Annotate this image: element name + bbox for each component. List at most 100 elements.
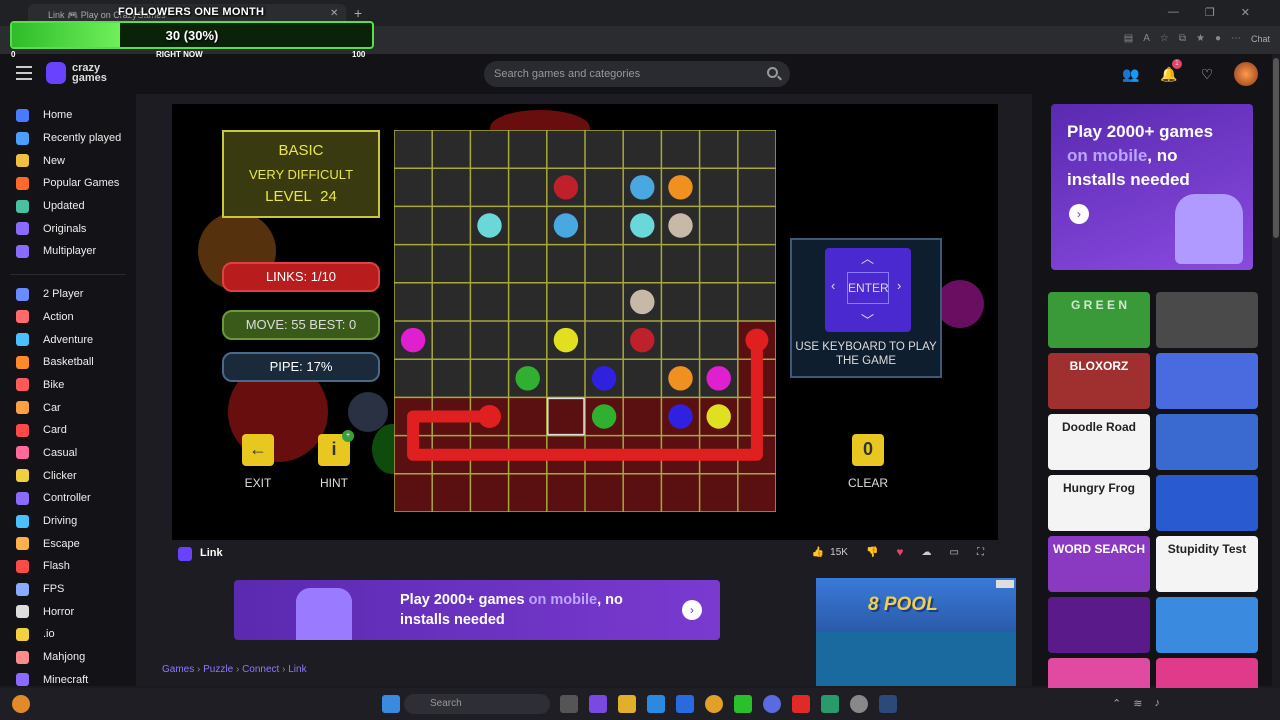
user-avatar[interactable] (1234, 62, 1258, 86)
favorite-heart-icon[interactable]: ♥ (896, 545, 903, 559)
sidebar-category-horror[interactable]: Horror (0, 600, 136, 623)
sidebar-item-popular-games[interactable]: Popular Games (0, 172, 136, 195)
notifications-icon[interactable]: 🔔 1 (1158, 59, 1182, 85)
mobile-promo-card[interactable]: Play 2000+ games on mobile, no installs … (1051, 104, 1253, 270)
app-icon[interactable] (589, 695, 607, 713)
sidebar-category-card[interactable]: Card (0, 419, 136, 442)
comment-icon[interactable]: ▭ (950, 547, 959, 558)
search-input[interactable] (494, 66, 754, 82)
game-thumbnail[interactable] (1048, 597, 1150, 653)
game-thumbnail[interactable] (1156, 414, 1258, 470)
sidebar-item-recently-played[interactable]: Recently played (0, 127, 136, 150)
sidebar-category-basketball[interactable]: Basketball (0, 351, 136, 374)
sidebar-item-multiplayer[interactable]: Multiplayer (0, 240, 136, 263)
download-icon[interactable]: ☁ (922, 547, 932, 558)
board-dot[interactable] (553, 175, 579, 200)
sidebar-category-flash[interactable]: Flash (0, 555, 136, 578)
sidebar-item-new[interactable]: New (0, 149, 136, 172)
maximize-icon[interactable]: ❐ (1205, 6, 1215, 19)
thumbs-down-icon[interactable]: 👎 (866, 547, 878, 558)
file-explorer-icon[interactable] (618, 695, 636, 713)
breadcrumb-connect[interactable]: Connect (242, 664, 279, 675)
sidebar-category-bike[interactable]: Bike (0, 374, 136, 397)
board-grid[interactable] (394, 130, 776, 512)
game-thumbnail[interactable]: WORD SEARCH (1048, 536, 1150, 592)
discord-icon[interactable] (763, 695, 781, 713)
sidebar-item-updated[interactable]: Updated (0, 195, 136, 218)
ad-close-icon[interactable] (996, 580, 1014, 588)
board-dot[interactable] (591, 366, 617, 391)
board-dot[interactable] (668, 404, 693, 429)
game-thumbnail[interactable] (1156, 475, 1258, 531)
game-thumbnail[interactable]: BLOXORZ (1048, 353, 1150, 409)
chrome-icon[interactable] (705, 695, 723, 713)
board-dot[interactable] (477, 213, 502, 238)
minimize-icon[interactable]: — (1168, 6, 1179, 19)
reader-icon[interactable]: ▤ (1124, 33, 1133, 44)
tray-icon[interactable]: ⌃ (1112, 697, 1121, 710)
board-dot[interactable] (668, 366, 693, 391)
scrollbar-thumb[interactable] (1273, 58, 1279, 238)
sidebar-category-action[interactable]: Action (0, 306, 136, 329)
hamburger-menu-icon[interactable] (16, 66, 32, 80)
breadcrumb-games[interactable]: Games (162, 664, 194, 675)
extensions-icon[interactable]: ⧉ (1179, 33, 1186, 44)
pipe-endpoint[interactable] (745, 328, 769, 352)
sidebar-category-car[interactable]: Car (0, 396, 136, 419)
board-dot[interactable] (553, 327, 579, 353)
sidebar-category-casual[interactable]: Casual (0, 442, 136, 465)
chat-button[interactable]: Chat (1251, 34, 1270, 44)
game-thumbnail[interactable]: G R E E N (1048, 292, 1150, 348)
friends-icon[interactable]: 👥 (1120, 63, 1142, 85)
edge-icon[interactable] (647, 695, 665, 713)
fullscreen-icon[interactable]: ⛶ (977, 547, 984, 558)
close-window-icon[interactable]: ✕ (1241, 6, 1250, 19)
windows-start-icon[interactable] (382, 695, 400, 713)
sidebar-item-home[interactable]: Home (0, 104, 136, 127)
sidebar-category-fps[interactable]: FPS (0, 578, 136, 601)
board-dot[interactable] (706, 366, 731, 391)
volume-icon[interactable]: ♪ (1155, 697, 1161, 710)
exit-button[interactable]: ← (242, 434, 274, 466)
board-dot[interactable] (706, 404, 731, 429)
wifi-icon[interactable]: ≋ (1133, 697, 1142, 710)
sidebar-category-adventure[interactable]: Adventure (0, 328, 136, 351)
obs-icon[interactable] (850, 695, 868, 713)
pipe-endpoint[interactable] (478, 405, 501, 428)
weather-icon[interactable] (12, 695, 30, 713)
steam-icon[interactable] (879, 695, 897, 713)
game-thumbnail[interactable]: Doodle Road (1048, 414, 1150, 470)
game-thumbnail[interactable] (1156, 353, 1258, 409)
game-thumbnail[interactable] (1156, 597, 1258, 653)
sidebar-category-escape[interactable]: Escape (0, 532, 136, 555)
board-dot[interactable] (630, 175, 655, 200)
board-dot[interactable] (591, 404, 617, 429)
arrow-right-icon[interactable]: › (682, 600, 702, 620)
game-frame[interactable]: BASIC VERY DIFFICULT LEVEL 24 LINKS: 1/1… (172, 104, 998, 540)
mobile-promo-banner[interactable]: Play 2000+ games on mobile, no installs … (234, 580, 720, 640)
favorites-heart-icon[interactable]: ♡ (1196, 63, 1218, 85)
game-thumbnail[interactable]: Stupidity Test (1156, 536, 1258, 592)
arrow-right-icon[interactable]: › (1069, 204, 1089, 224)
clear-button[interactable]: 0 (852, 434, 884, 466)
store-icon[interactable] (676, 695, 694, 713)
sidebar-category-clicker[interactable]: Clicker (0, 464, 136, 487)
sidebar-category-io[interactable]: .io (0, 623, 136, 646)
game-thumbnail[interactable] (1156, 292, 1258, 348)
youtube-icon[interactable] (792, 695, 810, 713)
breadcrumb-puzzle[interactable]: Puzzle (203, 664, 233, 675)
search-bar[interactable] (484, 61, 790, 87)
board-dot[interactable] (400, 327, 426, 353)
breadcrumb-link[interactable]: Link (288, 664, 306, 675)
sidebar-category-mahjong[interactable]: Mahjong (0, 646, 136, 669)
app-icon-2[interactable] (821, 695, 839, 713)
board-dot[interactable] (668, 175, 693, 200)
board-dot[interactable] (630, 327, 655, 353)
sidebar-item-originals[interactable]: Originals (0, 217, 136, 240)
font-icon[interactable]: A (1143, 33, 1150, 44)
taskbar-search[interactable]: Search (404, 694, 550, 714)
kick-icon[interactable] (734, 695, 752, 713)
board-dot[interactable] (553, 213, 579, 238)
sidebar-category-controller[interactable]: Controller (0, 487, 136, 510)
board-dot[interactable] (630, 289, 655, 315)
